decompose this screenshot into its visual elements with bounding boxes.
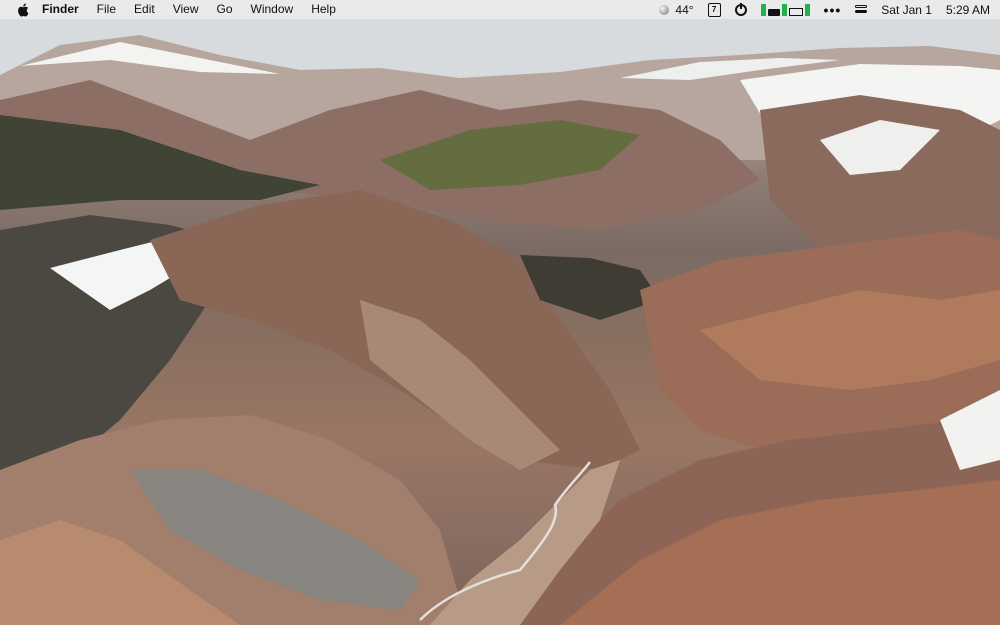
time-label: 5:29 AM — [945, 2, 990, 17]
weather-icon — [659, 4, 670, 15]
apple-icon-svg — [18, 3, 29, 17]
stats-bar-1 — [760, 3, 766, 16]
menu-edit[interactable]: Edit — [125, 0, 164, 19]
more-status[interactable]: ••• — [817, 0, 849, 19]
menu-bar-left: Finder File Edit View Go Window Help — [16, 0, 345, 19]
menu-bar: Finder File Edit View Go Window Help 44°… — [0, 0, 1000, 19]
menu-file[interactable]: File — [88, 0, 125, 19]
menu-go[interactable]: Go — [208, 0, 242, 19]
menu-help[interactable]: Help — [302, 0, 345, 19]
calendar-icon: 7 — [707, 2, 721, 17]
menu-finder[interactable]: Finder — [30, 0, 88, 19]
stats-bar-5 — [804, 3, 810, 16]
control-center-icon — [855, 5, 868, 14]
calendar-status[interactable]: 7 — [701, 0, 728, 19]
stats-status[interactable] — [754, 0, 817, 19]
apple-icon[interactable] — [16, 0, 30, 19]
menu-bar-status: 44° 7 ••• Sat Jan 1 5:29 AM — [652, 0, 990, 19]
weather-status[interactable]: 44° — [652, 0, 700, 19]
control-center-status[interactable] — [848, 0, 874, 19]
menu-view[interactable]: View — [164, 0, 208, 19]
temperature-label: 44° — [675, 2, 694, 17]
desktop-wallpaper — [0, 0, 1000, 625]
stats-bar-3 — [781, 3, 787, 16]
date-label: Sat Jan 1 — [881, 2, 932, 17]
stats-bar-4 — [788, 7, 803, 16]
menu-window[interactable]: Window — [242, 0, 303, 19]
more-icon: ••• — [823, 1, 842, 18]
power-icon — [734, 2, 747, 16]
mountain-landscape — [0, 0, 1000, 625]
time-status[interactable]: 5:29 AM — [939, 0, 990, 19]
power-status[interactable] — [728, 0, 754, 19]
stats-bar-2 — [767, 8, 780, 16]
stats-icon — [760, 3, 810, 16]
date-status[interactable]: Sat Jan 1 — [874, 0, 939, 19]
